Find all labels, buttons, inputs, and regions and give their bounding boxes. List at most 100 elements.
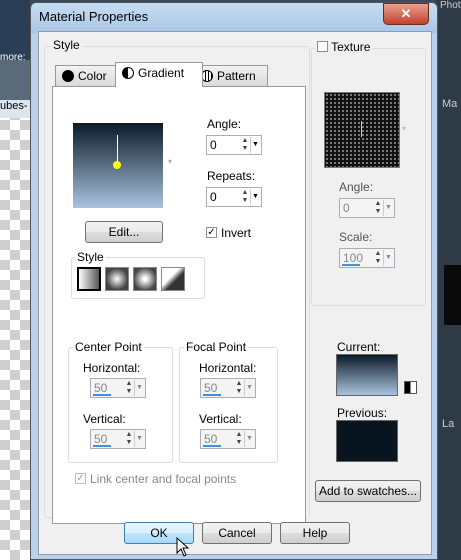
focal-vertical-drop[interactable]: ▼ xyxy=(244,431,254,447)
angle-spinner[interactable]: 0 ▲ ▼ ▼ xyxy=(206,135,262,155)
gradient-preview[interactable] xyxy=(73,123,163,208)
background-tab-label: ubes- xyxy=(0,100,28,112)
texture-angle-line xyxy=(361,121,362,137)
center-horizontal-bar xyxy=(93,394,111,396)
center-horizontal-value: 50 xyxy=(94,381,108,395)
center-horizontal-drop[interactable]: ▼ xyxy=(134,380,144,396)
focal-horizontal-bar xyxy=(203,394,221,396)
gradient-tab-panel: ▾ Angle: 0 ▲ ▼ ▼ Repeats: 0 ▲ ▼ ▼ Edit... … xyxy=(52,86,306,524)
texture-angle-arrows[interactable]: ▲ ▼ xyxy=(373,200,383,216)
dialog-title: Material Properties xyxy=(39,9,149,24)
center-vertical-bar xyxy=(93,445,111,447)
material-properties-dialog: Material Properties ✕ Style Color Gradie… xyxy=(30,2,438,560)
add-to-swatches-button[interactable]: Add to swatches... xyxy=(315,480,421,502)
tab-color-label: Color xyxy=(78,69,107,83)
help-button[interactable]: Help xyxy=(280,522,350,544)
radial-style-icon[interactable] xyxy=(161,267,185,291)
focal-horizontal-label: Horizontal: xyxy=(199,361,257,375)
background-tab[interactable]: ubes- xyxy=(0,100,30,118)
repeats-value: 0 xyxy=(210,190,217,204)
focal-horizontal-arrows[interactable]: ▲ ▼ xyxy=(234,380,244,396)
repeats-drop-arrow[interactable]: ▼ xyxy=(250,189,260,205)
texture-checkbox[interactable] xyxy=(317,41,328,52)
focal-vertical-arrows[interactable]: ▲ ▼ xyxy=(234,431,244,447)
center-vertical-value: 50 xyxy=(94,432,108,446)
previous-label: Previous: xyxy=(337,406,388,420)
texture-angle-value: 0 xyxy=(343,201,350,215)
right-layers-label: La xyxy=(442,418,455,430)
cancel-button[interactable]: Cancel xyxy=(202,522,272,544)
more-label: more: xyxy=(0,52,26,63)
link-points-checkbox[interactable]: ✓ xyxy=(75,473,86,484)
texture-dropdown-arrow[interactable]: ▾ xyxy=(402,124,406,133)
current-label: Current: xyxy=(337,340,381,354)
tab-gradient[interactable]: Gradient xyxy=(115,62,203,87)
focal-point-label: Focal Point xyxy=(184,340,249,354)
focal-vertical-label: Vertical: xyxy=(199,412,242,426)
focal-horizontal-spinner[interactable]: 50 ▲ ▼ ▼ xyxy=(200,378,256,398)
gradient-circle-icon xyxy=(122,67,134,79)
rectangular-style-icon[interactable] xyxy=(105,267,129,291)
repeats-spin-arrows[interactable]: ▲ ▼ xyxy=(240,189,250,205)
angle-drop-arrow[interactable]: ▼ xyxy=(250,137,260,153)
mouse-cursor-icon xyxy=(176,537,190,557)
background-app-right: Phot Ma La xyxy=(436,0,461,560)
angle-value: 0 xyxy=(210,138,217,152)
edit-button[interactable]: Edit... xyxy=(85,221,163,243)
tab-color[interactable]: Color xyxy=(55,65,124,86)
texture-preview[interactable] xyxy=(324,92,400,168)
sunburst-style-icon[interactable] xyxy=(133,267,157,291)
transparency-canvas xyxy=(0,110,30,560)
style-shape-buttons xyxy=(77,267,202,291)
background-toolbar: more: xyxy=(0,0,30,63)
texture-header: Texture xyxy=(315,40,373,54)
close-icon: ✕ xyxy=(400,6,412,21)
center-vertical-label: Vertical: xyxy=(83,412,126,426)
invert-checkbox[interactable]: ✓ xyxy=(206,227,217,238)
focal-vertical-bar xyxy=(203,445,221,447)
close-button[interactable]: ✕ xyxy=(383,3,429,25)
gradient-focal-marker[interactable] xyxy=(113,161,121,169)
center-point-label: Center Point xyxy=(73,340,144,354)
center-horizontal-label: Horizontal: xyxy=(83,361,141,375)
scale-arrows[interactable]: ▲ ▼ xyxy=(373,250,383,266)
current-swatch xyxy=(336,354,398,396)
scale-drop[interactable]: ▼ xyxy=(383,250,393,266)
tab-pattern[interactable]: Pattern xyxy=(194,65,268,86)
focal-horizontal-value: 50 xyxy=(204,381,218,395)
angle-spin-arrows[interactable]: ▲ ▼ xyxy=(240,137,250,153)
texture-label: Texture xyxy=(331,40,371,54)
invert-label: Invert xyxy=(221,226,252,240)
repeats-label: Repeats: xyxy=(207,169,256,183)
right-materials-label: Ma xyxy=(442,98,458,110)
scale-spinner[interactable]: 100 ▲ ▼ ▼ xyxy=(339,248,395,268)
scale-value: 100 xyxy=(343,251,364,265)
focal-vertical-spinner[interactable]: 50 ▲ ▼ ▼ xyxy=(200,429,256,449)
style-shape-label: Style xyxy=(75,250,106,264)
tab-pattern-label: Pattern xyxy=(217,69,256,83)
scale-bar xyxy=(342,264,360,266)
center-horizontal-spinner[interactable]: 50 ▲ ▼ ▼ xyxy=(90,378,146,398)
dialog-client: Style Color Gradient Pattern ▾ Angle: 0 … xyxy=(38,31,432,557)
gradient-dropdown-arrow[interactable]: ▾ xyxy=(168,157,172,166)
texture-angle-spinner[interactable]: 0 ▲ ▼ ▼ xyxy=(339,198,395,218)
focal-vertical-value: 50 xyxy=(204,432,218,446)
tab-gradient-label: Gradient xyxy=(138,66,185,80)
previous-swatch[interactable] xyxy=(336,420,398,462)
linear-style-icon[interactable] xyxy=(77,267,101,291)
center-vertical-drop[interactable]: ▼ xyxy=(134,431,144,447)
right-top-label: Phot xyxy=(440,0,461,11)
right-swatch xyxy=(444,265,461,325)
angle-label: Angle: xyxy=(207,117,242,131)
repeats-spinner[interactable]: 0 ▲ ▼ ▼ xyxy=(206,187,262,207)
focal-horizontal-drop[interactable]: ▼ xyxy=(244,380,254,396)
color-circle-icon xyxy=(62,70,74,82)
center-vertical-spinner[interactable]: 50 ▲ ▼ ▼ xyxy=(90,429,146,449)
style-group-label: Style xyxy=(51,38,82,52)
texture-angle-label: Angle: xyxy=(339,180,374,194)
texture-angle-drop[interactable]: ▼ xyxy=(383,200,393,216)
swap-colors-icon[interactable] xyxy=(404,381,417,394)
scale-label: Scale: xyxy=(339,230,373,244)
center-horizontal-arrows[interactable]: ▲ ▼ xyxy=(124,380,134,396)
center-vertical-arrows[interactable]: ▲ ▼ xyxy=(124,431,134,447)
